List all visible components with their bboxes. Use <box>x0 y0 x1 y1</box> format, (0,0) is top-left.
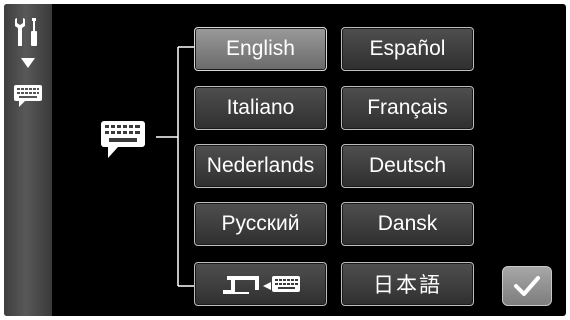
checkmark-icon <box>514 276 540 296</box>
device-frame: English Español Italiano Français Nederl… <box>0 0 570 320</box>
language-button-dansk[interactable]: Dansk <box>341 202 474 246</box>
language-label: Nederlands <box>206 154 315 177</box>
language-button-espanol[interactable]: Español <box>341 27 474 71</box>
bracket-connector <box>156 46 194 287</box>
language-button-nederlands[interactable]: Nederlands <box>194 144 327 188</box>
language-button-english[interactable]: English <box>194 27 327 71</box>
language-label: Español <box>369 37 446 60</box>
triangle-down-icon <box>21 58 35 68</box>
confirm-button[interactable] <box>502 266 552 306</box>
language-label: 日本語 <box>373 273 442 297</box>
sewing-machine-keyboard-icon <box>222 276 300 294</box>
sidebar <box>4 4 52 316</box>
keyboard-speech-icon[interactable] <box>13 84 43 108</box>
wrench-screwdriver-icon[interactable] <box>13 16 43 48</box>
language-label: Italiano <box>226 96 295 119</box>
language-button-machine[interactable] <box>194 262 327 306</box>
language-button-deutsch[interactable]: Deutsch <box>341 144 474 188</box>
language-button-italiano[interactable]: Italiano <box>194 86 327 130</box>
language-label: English <box>226 37 295 60</box>
language-button-francais[interactable]: Français <box>341 86 474 130</box>
language-label: Dansk <box>377 212 438 235</box>
keyboard-speech-icon <box>101 121 145 158</box>
language-button-russian[interactable]: Русский <box>194 202 327 246</box>
language-label: Deutsch <box>368 154 447 177</box>
language-label: Français <box>367 96 448 119</box>
screen: English Español Italiano Français Nederl… <box>4 4 566 316</box>
language-label: Русский <box>221 212 300 235</box>
language-button-japanese[interactable]: 日本語 <box>341 262 474 306</box>
